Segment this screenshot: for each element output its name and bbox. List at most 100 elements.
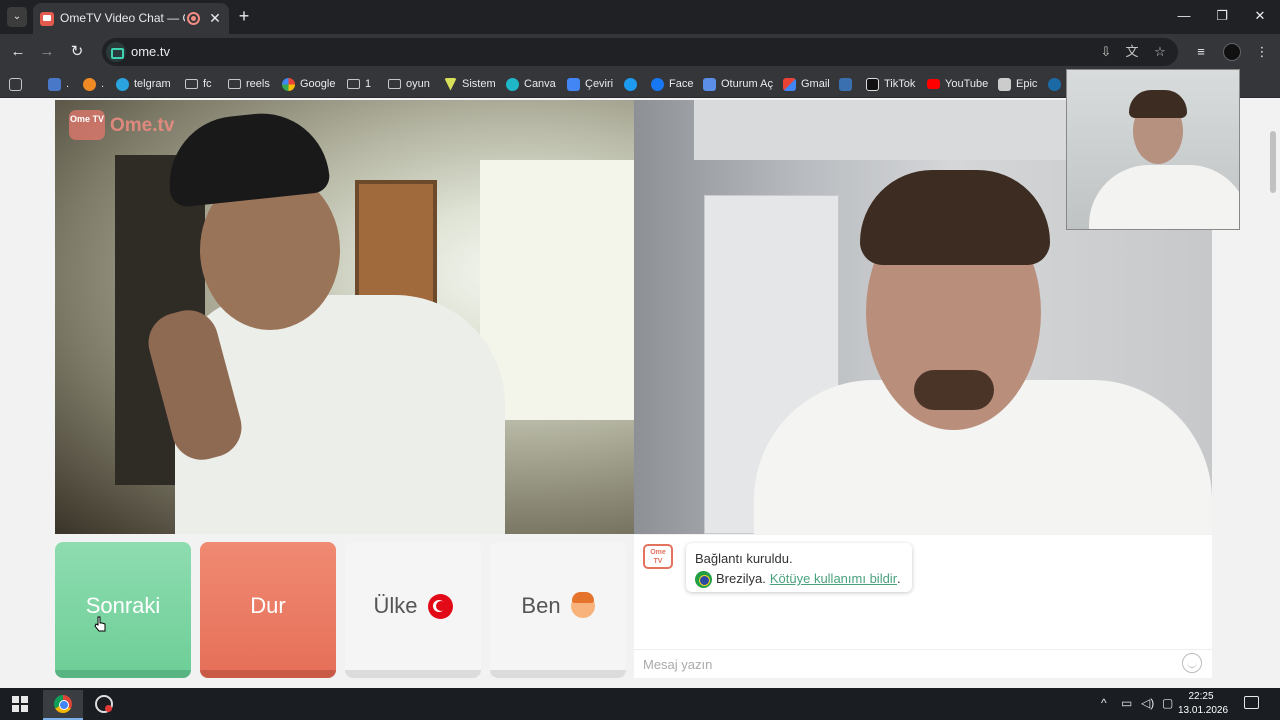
bookmark-label: oyun: [406, 78, 430, 90]
bookmark-epic[interactable]: Epic: [998, 75, 1037, 93]
bookmark-label: Epic: [1016, 78, 1038, 90]
taskbar-recorder[interactable]: [84, 690, 124, 720]
me-label: Ben: [521, 593, 561, 618]
bookmark-tumblr[interactable]: [839, 75, 852, 93]
network-icon[interactable]: ▢: [1162, 696, 1173, 710]
bookmark-label: Gmail: [801, 78, 830, 90]
forward-arrow-icon[interactable]: →: [37, 42, 57, 62]
notification-icon[interactable]: [1244, 696, 1259, 709]
system-message: Bağlantı kuruldu. Brezilya. Kötüye kulla…: [686, 543, 912, 592]
country-button[interactable]: Ülke: [345, 542, 481, 678]
bookmark-label: reels: [246, 78, 270, 90]
bookmark-ceviri[interactable]: Çeviri: [567, 75, 613, 93]
report-suffix: .: [897, 571, 901, 586]
taskbar-chrome[interactable]: [43, 690, 83, 720]
recording-icon: [187, 12, 200, 25]
steam-icon: [1048, 77, 1061, 91]
canva-icon: [506, 77, 519, 91]
bookmark-label: Çeviri: [585, 78, 614, 90]
stranger-person-image: [55, 100, 634, 534]
stranger-video: Ome TV Ome.tv: [55, 100, 634, 534]
bookmark-label: telgram: [134, 78, 171, 90]
telegram-icon: [116, 77, 129, 91]
bookmark-tiktok[interactable]: TikTok: [866, 75, 915, 93]
minimize-button[interactable]: —: [1174, 6, 1194, 26]
bookmark-telgram[interactable]: telgram: [116, 75, 171, 93]
v-icon: [444, 77, 457, 91]
bookmark-youtube[interactable]: YouTube: [927, 75, 988, 93]
bookmark-canva[interactable]: Canva: [506, 75, 556, 93]
bookmark-twitter[interactable]: [624, 75, 637, 93]
epic-icon: [998, 77, 1011, 91]
install-app-icon[interactable]: ⇩: [1097, 43, 1115, 61]
page-scrollbar[interactable]: [1268, 131, 1276, 691]
chrome-icon: [54, 695, 72, 713]
translate-icon: [567, 77, 580, 91]
tray-chevron-icon[interactable]: ^: [1101, 696, 1107, 710]
scrollbar-thumb[interactable]: [1270, 131, 1276, 193]
site-info-icon[interactable]: [106, 42, 126, 62]
battery-icon[interactable]: ▭: [1121, 696, 1132, 710]
close-window-button[interactable]: ✕: [1250, 6, 1270, 26]
bookmark-folder-fc[interactable]: fc: [185, 75, 212, 93]
tab-search-button[interactable]: ⌄: [7, 7, 27, 27]
translate-icon[interactable]: 文: [1123, 43, 1141, 61]
bookmark-label: Oturum Aç: [721, 78, 773, 90]
folder-icon: [347, 79, 360, 89]
maximize-button[interactable]: ❐: [1212, 6, 1232, 26]
bookmark-sistem[interactable]: Sistem: [444, 75, 496, 93]
bookmark-icon-only[interactable]: .: [48, 75, 69, 93]
bookmark-label: 1: [365, 78, 372, 90]
bookmark-face[interactable]: Face: [651, 75, 693, 93]
bookmark-oturum-ac[interactable]: Oturum Aç: [703, 75, 773, 93]
windows-start-icon[interactable]: [12, 696, 28, 712]
connected-message: Bağlantı kuruldu.: [695, 551, 793, 566]
message-input[interactable]: [634, 649, 1212, 678]
stop-button[interactable]: Dur: [200, 542, 336, 678]
apps-grid-icon[interactable]: [9, 75, 22, 93]
taskbar-clock[interactable]: 22:25 13.01.2026: [1178, 690, 1228, 718]
facebook-icon: [651, 77, 664, 91]
address-bar[interactable]: ome.tv ⇩ 文 ☆: [102, 38, 1178, 66]
emoji-icon[interactable]: [1182, 653, 1202, 673]
bookmark-folder-1[interactable]: 1: [347, 75, 371, 93]
browser-toolbar: ← → ↻ ome.tv ⇩ 文 ☆ ≡ ⋮: [0, 34, 1280, 70]
bookmark-label: Google: [300, 78, 336, 90]
folder-icon: [388, 79, 401, 89]
bookmark-folder-reels[interactable]: reels: [228, 75, 270, 93]
bookmark-icon-only[interactable]: .: [83, 75, 104, 93]
new-tab-button[interactable]: +: [233, 5, 255, 27]
me-button[interactable]: Ben: [490, 542, 626, 678]
profile-avatar[interactable]: [1223, 43, 1241, 61]
ometv-favicon-icon: [40, 12, 54, 26]
bookmark-star-icon[interactable]: ☆: [1151, 43, 1169, 61]
bookmark-folder-oyun[interactable]: oyun: [388, 75, 430, 93]
bookmark-label: Sistem: [462, 78, 496, 90]
reload-icon[interactable]: ↻: [67, 42, 87, 62]
report-abuse-link[interactable]: Kötüye kullanımı bildir: [770, 569, 897, 589]
volume-icon[interactable]: ◁): [1141, 696, 1154, 710]
bookmark-gmail[interactable]: Gmail: [783, 75, 830, 93]
chat-panel: Ome TV Bağlantı kuruldu. Brezilya. Kötüy…: [634, 535, 1212, 678]
folder-icon: [185, 79, 198, 89]
tiktok-icon: [866, 77, 879, 91]
country-label: Ülke: [373, 593, 418, 618]
brazil-flag-icon: [695, 570, 712, 588]
menu-kebab-icon[interactable]: ⋮: [1252, 42, 1272, 62]
url-text: ome.tv: [131, 44, 171, 59]
bookmark-label: TikTok: [884, 78, 916, 90]
bookmark-steam[interactable]: [1048, 75, 1061, 93]
next-button[interactable]: Sonraki: [55, 542, 191, 678]
back-arrow-icon[interactable]: ←: [8, 42, 28, 62]
stranger-country: Brezilya.: [716, 571, 766, 586]
browser-tab[interactable]: OmeTV Video Chat — Ome ✕: [33, 3, 229, 34]
windows-taskbar: ^ ▭ ◁) ▢ 22:25 13.01.2026: [0, 688, 1280, 720]
tab-close-button[interactable]: ✕: [206, 9, 224, 27]
clock-time: 22:25: [1188, 691, 1214, 702]
gmail-icon: [783, 77, 796, 91]
media-controls-icon[interactable]: ≡: [1191, 42, 1211, 62]
bookmark-google[interactable]: Google: [282, 75, 335, 93]
turkey-flag-icon: [427, 593, 453, 619]
bookmark-label: fc: [203, 78, 212, 90]
stop-label: Dur: [250, 593, 286, 618]
